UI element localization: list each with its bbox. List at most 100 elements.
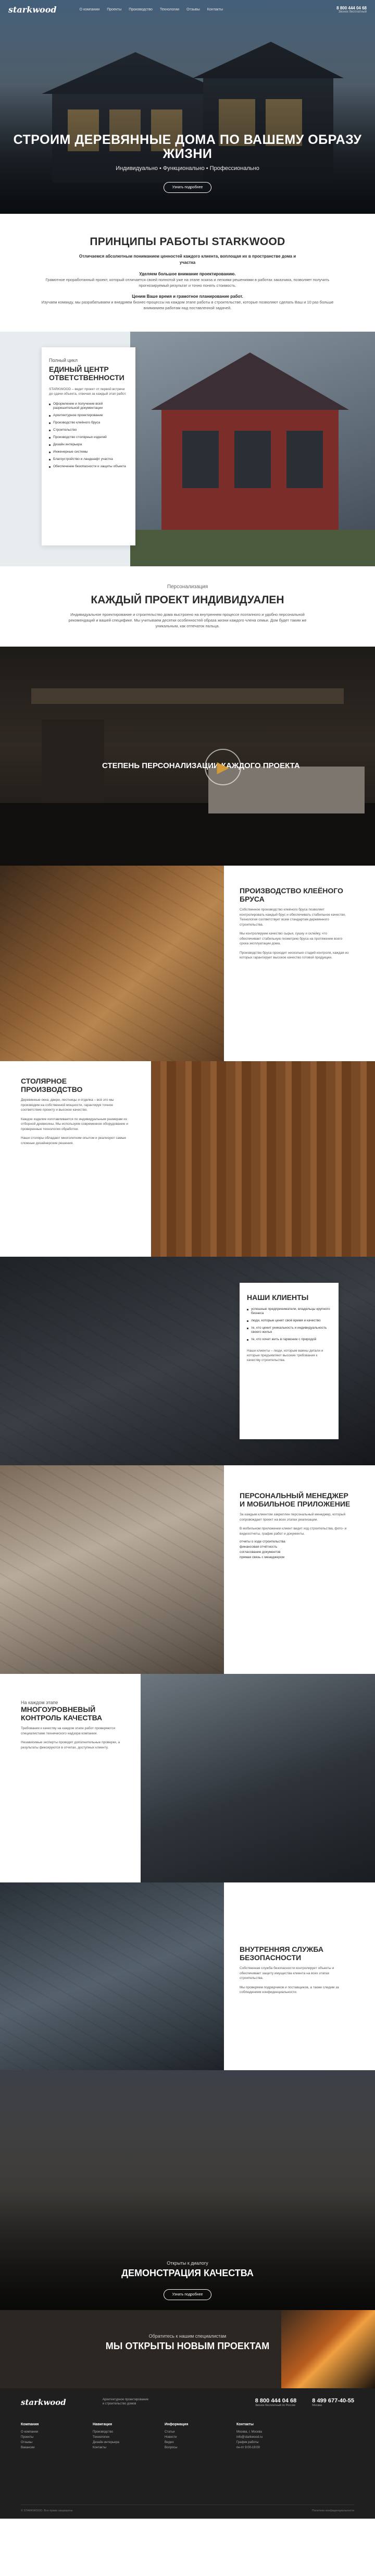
hero-subtitle: Индивидуально • Функционально • Професси… [116, 165, 259, 172]
list-item: отчеты о ходе строительства [240, 1540, 285, 1544]
joinery-text: Столярное производство Деревянные окна, … [21, 1077, 130, 1146]
footer-column: Компания О компании Проекты Отзывы Вакан… [21, 2423, 78, 2450]
footer-link[interactable]: Контакты [93, 2445, 150, 2450]
responsibility-intro: STARKWOOD – ведет проект от первой встре… [49, 387, 127, 396]
footer-logo[interactable]: starkwood [21, 2398, 66, 2407]
principle-item: Уделяем большое внимание проектированию.… [36, 271, 339, 288]
manager-paragraph: В мобильном приложении клиент видит ход … [240, 1527, 347, 1536]
hero-section: starkwood О компании Проекты Производств… [0, 0, 375, 214]
footer-link[interactable]: Отзывы [21, 2440, 78, 2445]
individual-title: Каждый проект индивидуален [91, 594, 284, 606]
demo-text: Открыты к диалогу Демонстрация качества … [0, 2261, 375, 2300]
play-button[interactable]: ▶ [205, 749, 241, 785]
list-item: Благоустройство и ландшафт участка [49, 456, 128, 463]
nav-item-reviews[interactable]: Отзывы [186, 8, 200, 11]
demo-more-button[interactable]: Узнать подробнее [163, 2289, 212, 2300]
footer-phone[interactable]: 8 800 444 04 68 Звонок бесплатный по Рос… [255, 2398, 297, 2407]
main-nav: О компании Проекты Производство Технолог… [80, 8, 223, 11]
footer-link[interactable]: Проекты [21, 2435, 78, 2440]
header-phone-note: Звонок бесплатный [338, 10, 367, 14]
principle-text: Изучаем команду, мы разрабатываем и внед… [41, 300, 334, 310]
responsibility-eyebrow: Полный цикл [49, 358, 78, 363]
control-paragraph: Требования к качеству на каждом этапе ра… [21, 1727, 116, 1735]
video-overlay [0, 647, 375, 866]
list-item: Производство клеёного бруса [49, 419, 128, 427]
joinery-wood-image [151, 1061, 375, 1257]
privacy-link[interactable]: Политика конфиденциальности [312, 2509, 354, 2512]
hero-more-button[interactable]: Узнать подробнее [163, 182, 212, 193]
footer-tagline: Архитектурное проектирование и строитель… [102, 2398, 149, 2405]
principle-text: Грамотное проработанный проект, который … [45, 277, 330, 288]
footer-link[interactable]: Видео [165, 2440, 222, 2445]
nav-item-contacts[interactable]: Контакты [207, 8, 223, 11]
responsibility-list: Оформление и получение всей разрешительн… [49, 400, 128, 470]
control-text: На каждом этапе Многоуровневый контроль … [21, 1700, 125, 1750]
demo-section: Открыты к диалогу Демонстрация качества … [0, 2070, 375, 2310]
hero-text: Строим деревянные дома по вашему образу … [0, 133, 375, 193]
individual-eyebrow: Персонализация [167, 584, 208, 590]
footer-column: Навигация Производство Технологии Дизайн… [93, 2423, 150, 2450]
responsibility-section: Полный цикл Единый центр ответственности… [0, 332, 375, 566]
footer-column-title: Навигация [93, 2423, 113, 2426]
footer-column-title: Компания [21, 2423, 39, 2426]
copyright: © STARKWOOD. Все права защищены [21, 2509, 73, 2512]
footer-link[interactable]: Производство [93, 2429, 150, 2435]
logo[interactable]: starkwood [8, 5, 57, 15]
footer-link: Москва, г. Москва [236, 2431, 262, 2434]
footer-link[interactable]: Технологии [93, 2435, 150, 2440]
nav-item-technology[interactable]: Технологии [160, 8, 179, 11]
security-paragraph: Мы проверяем подрядчиков и поставщиков, … [240, 1985, 339, 1995]
footer-column-title: Информация [165, 2423, 189, 2426]
footer-link[interactable]: Статьи [165, 2429, 222, 2435]
footer-phone-number[interactable]: 8 800 444 04 68 [255, 2398, 297, 2404]
list-item: финансовая отчётность [240, 1545, 278, 1549]
nav-item-projects[interactable]: Проекты [107, 8, 121, 11]
footer-top: starkwood Архитектурное проектирование и… [21, 2398, 354, 2407]
nav-item-production[interactable]: Производство [129, 8, 153, 11]
header-phone[interactable]: 8 800 444 04 68 Звонок бесплатный [336, 6, 367, 14]
joinery-title: Столярное производство [21, 1077, 83, 1093]
glulam-section: Производство клеёного бруса Собственное … [0, 866, 375, 1061]
footer-link[interactable]: Вопросы [165, 2445, 222, 2450]
hero-title: Строим деревянные дома по вашему образу … [13, 132, 362, 161]
clients-section: Наши клиенты успешные предприниматели, в… [0, 1257, 375, 1465]
footer-link[interactable]: Дизайн интерьера [93, 2440, 150, 2445]
security-title: Внутренняя служба безопасности [240, 1945, 323, 1962]
footer-link[interactable]: Новости [165, 2435, 222, 2440]
principles-lead: Отличаемся абсолютным пониманием ценност… [79, 254, 296, 265]
image-texture [0, 1465, 224, 1674]
principles-section: Принципы работы STARKWOOD Отличаемся абс… [0, 214, 375, 332]
joinery-paragraph: Деревянные окна, двери, лестницы и отдел… [21, 1098, 114, 1112]
security-paragraph: Собственная служба безопасности контроли… [240, 1966, 334, 1980]
control-paragraph: Независимые эксперты проводят дополнител… [21, 1741, 120, 1749]
footer-columns: Компания О компании Проекты Отзывы Вакан… [21, 2423, 354, 2450]
manager-desk-image [0, 1465, 224, 1674]
control-title: Многоуровневый контроль качества [21, 1705, 103, 1722]
header-phone-number[interactable]: 8 800 444 04 68 [336, 6, 367, 10]
footer-bottom: © STARKWOOD. Все права защищены Политика… [21, 2505, 354, 2512]
play-icon: ▶ [217, 758, 229, 776]
list-item: согласование документов [240, 1550, 281, 1554]
footer-link[interactable]: Вакансии [21, 2445, 78, 2450]
clients-title: Наши клиенты [247, 1293, 309, 1302]
glulam-title: Производство клеёного бруса [240, 886, 343, 903]
footer-phone[interactable]: 8 499 677-40-55 Москва [312, 2398, 354, 2407]
list-item: люди, которые ценят своё время и качеств… [247, 1317, 331, 1325]
manager-paragraph: За каждым клиентом закреплен персональны… [240, 1513, 346, 1522]
list-item: успешные предприниматели, владельцы круп… [247, 1306, 331, 1317]
manager-section: Персональный менеджер и мобильное прилож… [0, 1465, 375, 1674]
principle-head: Уделяем большое внимание проектированию. [139, 272, 236, 276]
list-item: Обеспечение безопасности и защиты объект… [49, 463, 128, 470]
footer-phone-note: Москва [312, 2404, 322, 2407]
joinery-paragraph: Наши столяры обладают многолетним опытом… [21, 1136, 127, 1145]
open-eyebrow: Обратитесь к нашим специалистам [148, 2334, 227, 2339]
footer-link[interactable]: info@starkwood.ru [236, 2435, 294, 2440]
image-texture [0, 1882, 224, 2070]
nav-item-about[interactable]: О компании [80, 8, 100, 11]
footer-link[interactable]: О компании [21, 2429, 78, 2435]
control-eyebrow: На каждом этапе [21, 1700, 58, 1705]
list-item: те, кто ценит уникальность и индивидуаль… [247, 1325, 331, 1336]
manager-list: отчеты о ходе строительства финансовая о… [240, 1539, 354, 1560]
top-navigation: starkwood О компании Проекты Производств… [0, 0, 375, 19]
footer-phone-number[interactable]: 8 499 677-40-55 [312, 2398, 354, 2404]
